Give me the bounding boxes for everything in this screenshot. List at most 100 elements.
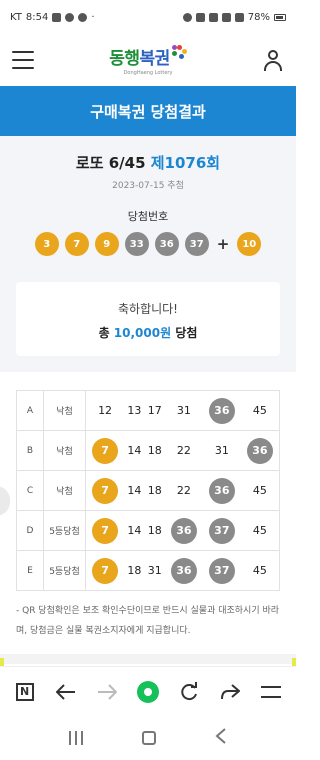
recent-apps-icon[interactable] — [69, 731, 84, 745]
game-number: 12 — [98, 404, 113, 417]
game-number-cell: 45 — [240, 550, 280, 591]
refresh-icon[interactable] — [174, 677, 204, 707]
clock: 8:54 — [25, 11, 49, 23]
game-number: 45 — [252, 524, 267, 537]
logo-subtitle: DongHaeng Lottery — [123, 70, 173, 76]
forward-arrow-icon[interactable] — [92, 677, 122, 707]
game-number: 18 — [127, 564, 142, 577]
side-drawer-handle[interactable] — [0, 486, 10, 516]
game-number-cell: 18 — [144, 430, 165, 471]
alarm-icon — [182, 12, 192, 22]
game-number: 13 — [127, 404, 142, 417]
game-number: 45 — [252, 404, 267, 417]
game-result: 5등당첨 — [43, 510, 86, 551]
game-number-cell: 31 — [144, 550, 165, 591]
prize-summary-card: 축하합니다! 총 10,000원 당첨 — [16, 282, 280, 356]
home-dot-icon[interactable] — [133, 677, 163, 707]
game-number: 18 — [147, 484, 162, 497]
winning-ball-6: 37 — [184, 232, 209, 256]
browser-toolbar: N — [0, 666, 296, 716]
matched-number-ball: 7 — [92, 517, 119, 544]
game-result: 낙첨 — [43, 470, 86, 511]
draw-round: 제1076회 — [150, 154, 221, 172]
winning-ball-5: 36 — [154, 232, 179, 256]
game-number: 14 — [127, 444, 142, 457]
page-title: 구매복권 당첨결과 — [90, 102, 206, 121]
status-bar: KT 8:54 · 78% — [0, 0, 296, 34]
page-title-banner: 구매복권 당첨결과 — [0, 86, 296, 136]
battery-icon — [274, 13, 286, 21]
game-number: 22 — [176, 444, 191, 457]
winning-ball-2: 7 — [64, 232, 89, 256]
matched-number-ball: 36 — [246, 437, 273, 464]
carrier-label: KT — [10, 11, 22, 23]
game-number-cell: 7 — [85, 430, 125, 471]
game-row: B 낙첨 7 14 18 22 31 36 — [16, 430, 280, 471]
game-label: A — [16, 390, 44, 431]
game-row: D 5등당첨 7 14 18 36 37 45 — [16, 510, 280, 551]
chat-notification-icon — [78, 12, 88, 22]
game-number-cell: 31 — [202, 430, 241, 471]
game-number-cell: 45 — [240, 470, 280, 511]
matched-number-ball: 7 — [92, 437, 119, 464]
sync-notification-icon — [65, 12, 75, 22]
game-number: 14 — [127, 484, 142, 497]
game-number-cell: 36 — [164, 550, 203, 591]
back-icon[interactable] — [215, 728, 227, 748]
game-number-cell: 45 — [240, 390, 280, 431]
game-number-cell: 31 — [164, 390, 203, 431]
matched-number-ball: 7 — [92, 477, 119, 504]
game-name: 로또 6/45 — [75, 154, 146, 172]
menu-icon[interactable] — [256, 677, 286, 707]
game-number-cell: 18 — [144, 470, 165, 511]
plus-sign: + — [216, 235, 230, 253]
game-number-cell: 36 — [240, 430, 280, 471]
matched-number-ball: 36 — [208, 477, 235, 504]
mute-icon — [195, 12, 205, 22]
game-number-cell: 7 — [85, 550, 125, 591]
more-dot-icon: · — [91, 11, 95, 23]
game-number: 31 — [147, 564, 162, 577]
game-number-cell: 36 — [202, 470, 241, 511]
n-icon[interactable]: N — [10, 677, 40, 707]
hamburger-menu-icon[interactable] — [12, 51, 34, 69]
matched-number-ball: 36 — [208, 397, 235, 424]
gallery-notification-icon — [52, 12, 62, 22]
back-arrow-icon[interactable] — [51, 677, 81, 707]
game-number: 45 — [252, 484, 267, 497]
game-label: E — [16, 550, 44, 591]
game-number-cell: 36 — [164, 510, 203, 551]
game-number-cell: 22 — [164, 430, 203, 471]
game-number-cell: 37 — [202, 550, 241, 591]
system-navigation — [0, 716, 296, 760]
game-number: 18 — [147, 524, 162, 537]
game-number: 31 — [214, 444, 229, 457]
my-page-icon[interactable] — [262, 49, 284, 71]
game-row: A 낙첨 12 13 17 31 36 45 — [16, 390, 280, 431]
game-number-cell: 14 — [124, 510, 145, 551]
game-number-cell: 12 — [85, 390, 125, 431]
matched-number-ball: 36 — [170, 557, 197, 584]
winning-ball-3: 9 — [94, 232, 119, 256]
game-number: 45 — [252, 564, 267, 577]
game-number-cell: 7 — [85, 510, 125, 551]
draw-result-panel: 로또 6/45 제1076회 2023-07-15 추첨 당첨번호 3 7 9 … — [0, 136, 296, 372]
matched-number-ball: 7 — [92, 557, 119, 584]
draw-title: 로또 6/45 제1076회 — [0, 152, 296, 173]
game-result: 낙첨 — [43, 390, 86, 431]
game-number-cell: 7 — [85, 470, 125, 511]
game-row: C 낙첨 7 14 18 22 36 45 — [16, 470, 280, 511]
game-result: 5등당첨 — [43, 550, 86, 591]
game-number-cell: 37 — [202, 510, 241, 551]
game-row: E 5등당첨 7 18 31 36 37 45 — [16, 550, 280, 591]
game-label: B — [16, 430, 44, 471]
notice-text: - QR 당첨확인은 보조 확인수단이므로 반드시 실물과 대조하시기 바라며,… — [16, 606, 280, 636]
prize-amount-line: 총 10,000원 당첨 — [98, 326, 198, 340]
logo-burst-icon — [171, 45, 187, 61]
donghaeng-logo[interactable]: 동행복권 DongHaeng Lottery — [109, 44, 187, 76]
game-number: 17 — [147, 404, 162, 417]
home-icon[interactable] — [141, 731, 156, 745]
share-icon[interactable] — [215, 677, 245, 707]
game-number-cell: 14 — [124, 470, 145, 511]
game-number-cell: 13 — [124, 390, 145, 431]
